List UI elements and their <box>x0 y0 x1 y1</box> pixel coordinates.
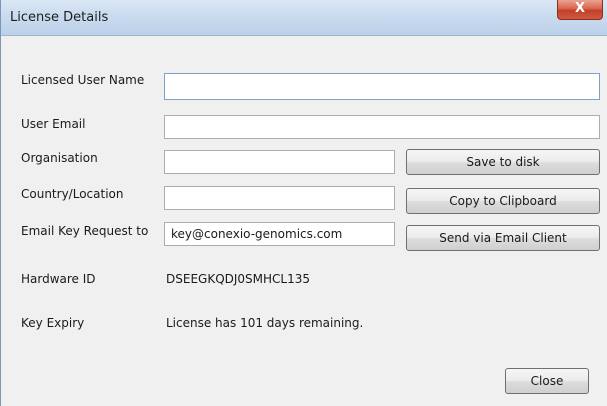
user-email-label: User Email <box>21 117 86 131</box>
dialog-body: Licensed User Name User Email Organisati… <box>8 37 607 406</box>
window-title: License Details <box>10 10 109 25</box>
organisation-label: Organisation <box>21 151 98 165</box>
email-key-request-label: Email Key Request to <box>21 224 149 238</box>
user-name-input[interactable] <box>164 73 600 100</box>
country-input[interactable] <box>164 186 395 210</box>
email-key-request-input[interactable] <box>164 222 395 246</box>
save-to-disk-button[interactable]: Save to disk <box>406 149 600 175</box>
send-via-email-button[interactable]: Send via Email Client <box>406 225 600 251</box>
hardware-id-value: DSEEGKQDJ0SMHCL135 <box>166 272 311 286</box>
user-name-label: Licensed User Name <box>21 73 145 87</box>
title-bar[interactable]: License Details X <box>1 0 607 36</box>
close-icon: X <box>574 1 586 16</box>
key-expiry-label: Key Expiry <box>21 316 85 330</box>
window-close-button[interactable]: X <box>557 0 603 20</box>
user-email-input[interactable] <box>164 115 600 139</box>
copy-to-clipboard-button[interactable]: Copy to Clipboard <box>406 188 600 214</box>
license-details-dialog: License Details X Licensed User Name Use… <box>0 0 607 406</box>
close-button[interactable]: Close <box>505 368 589 394</box>
country-label: Country/Location <box>21 187 124 201</box>
hardware-id-label: Hardware ID <box>21 272 96 286</box>
organisation-input[interactable] <box>164 150 395 174</box>
key-expiry-value: License has 101 days remaining. <box>166 316 364 330</box>
